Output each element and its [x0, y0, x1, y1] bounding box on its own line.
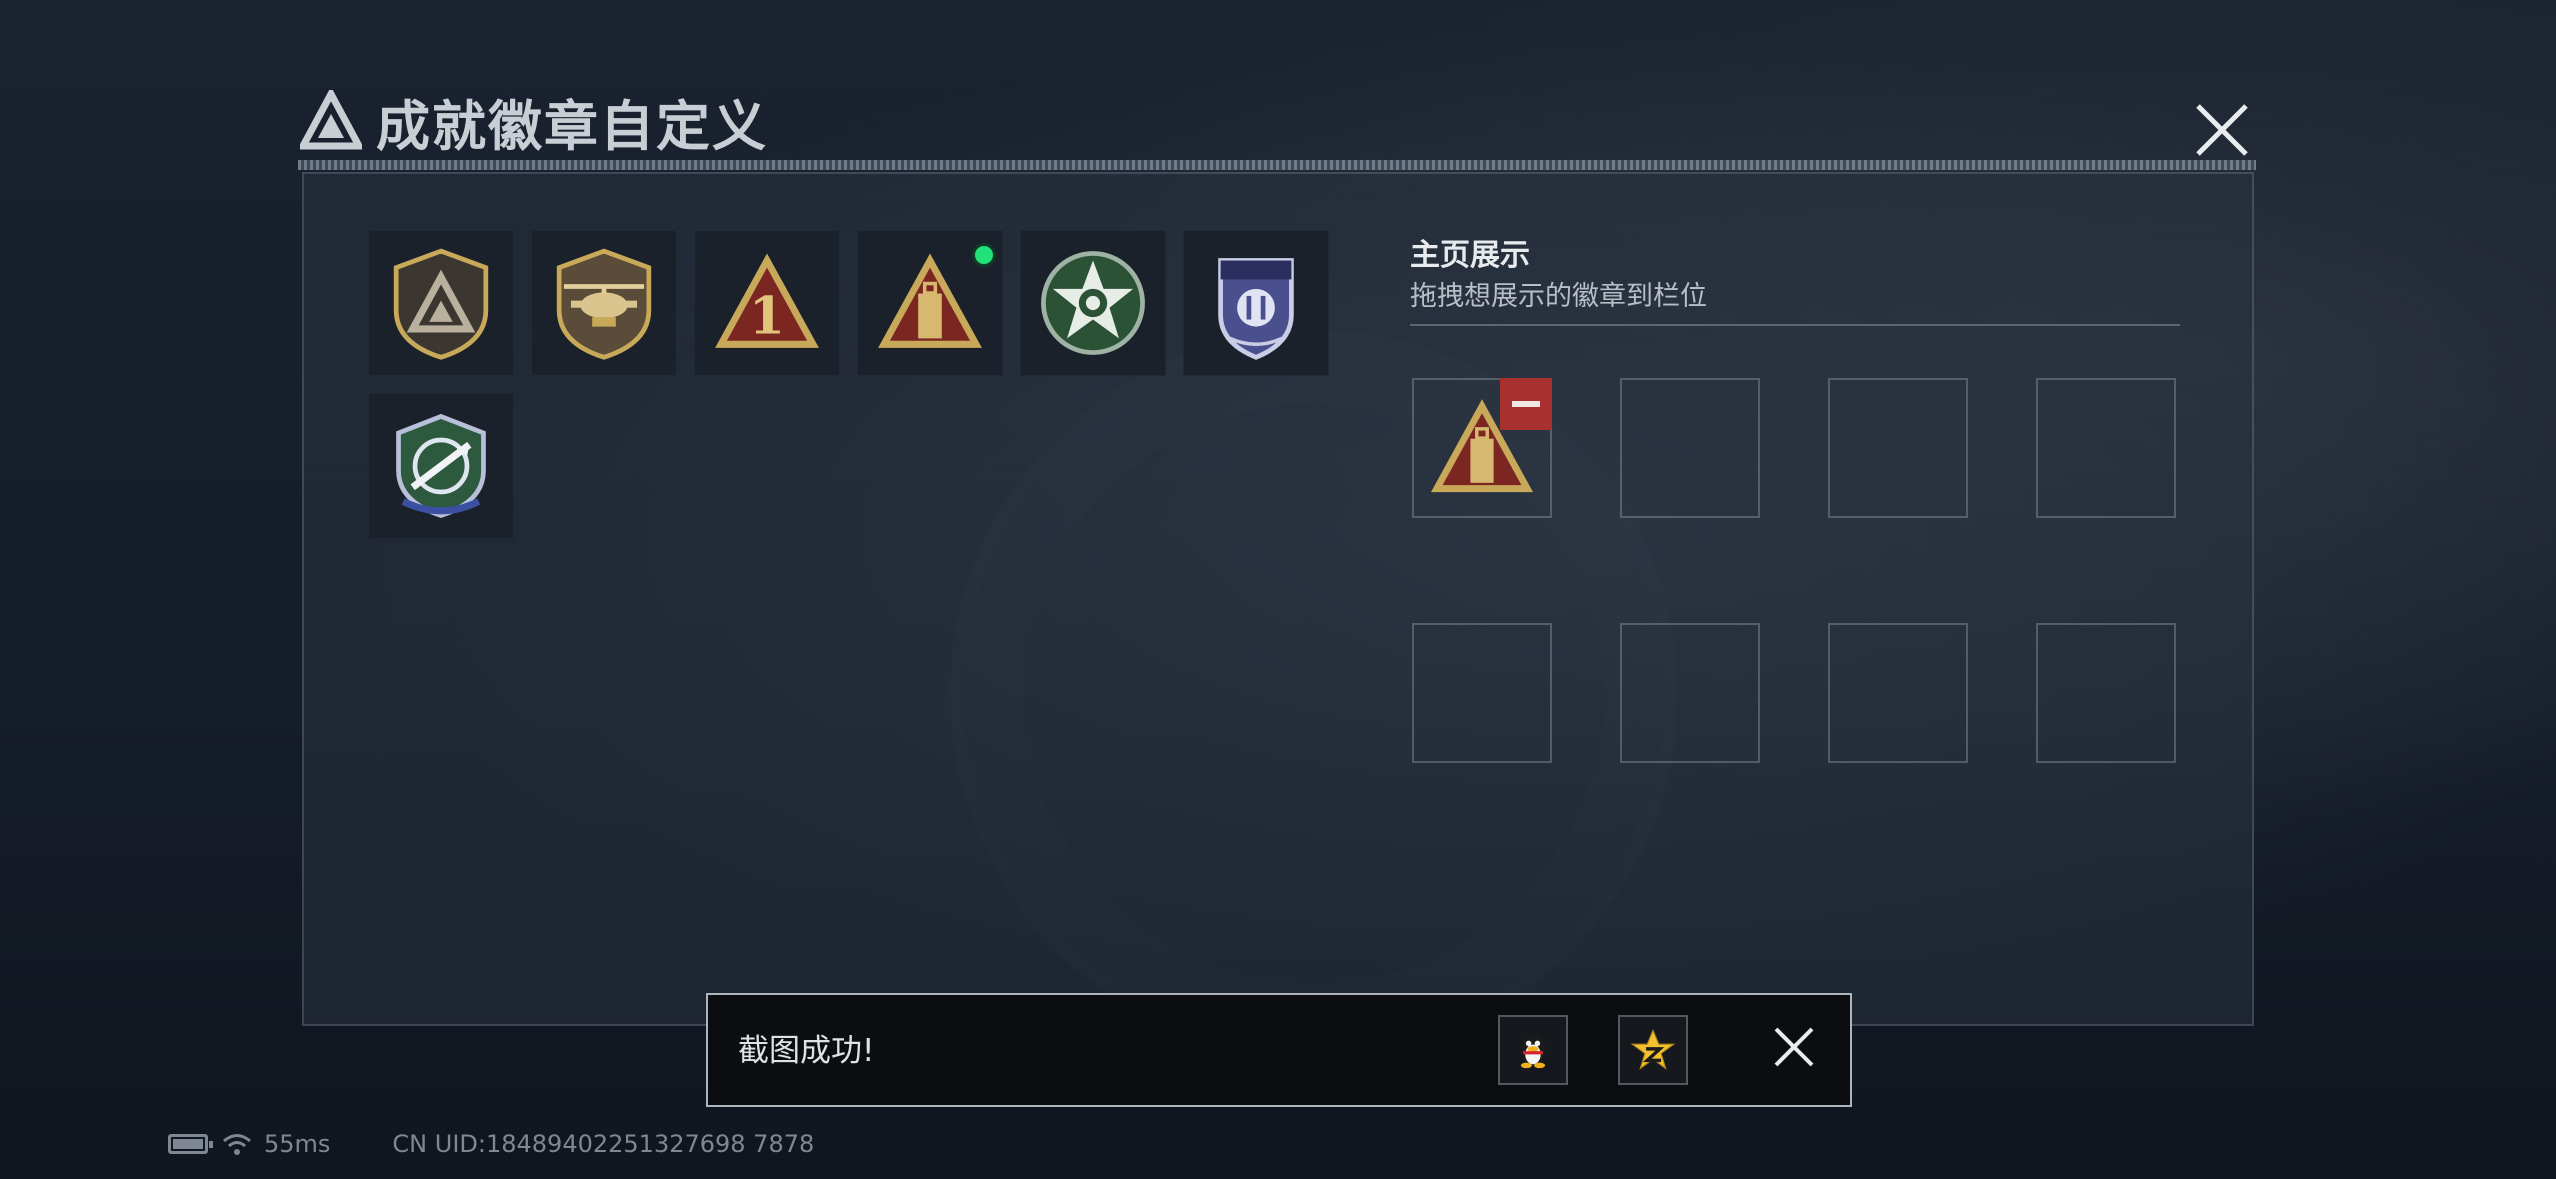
wifi-icon [223, 1134, 251, 1155]
badge-slot-3[interactable]: 1 [694, 230, 840, 376]
display-slot-5[interactable] [1412, 623, 1552, 763]
qq-penguin-icon [1520, 1034, 1546, 1069]
battery-icon [168, 1134, 213, 1154]
number-one-triangle-badge-icon: 1 [715, 253, 819, 348]
display-section-title: 主页展示 [1410, 238, 1530, 273]
toast-close-icon[interactable] [1770, 1023, 1818, 1071]
badge-slot-7[interactable] [368, 393, 514, 539]
triangle-shield-badge-icon [393, 248, 489, 360]
badge-panel: 1 主页展示 拖拽想展示的徽章到栏位 [302, 172, 2254, 1026]
display-slot-7[interactable] [1828, 623, 1968, 763]
helicopter-badge-icon [556, 248, 652, 360]
display-slot-6[interactable] [1620, 623, 1760, 763]
display-slot-1[interactable] [1412, 378, 1552, 518]
blue-police-badge-icon [1218, 258, 1294, 360]
remove-badge-button[interactable] [1500, 378, 1552, 430]
share-qq-button[interactable] [1498, 1015, 1568, 1085]
display-section-subtitle: 拖拽想展示的徽章到栏位 [1410, 281, 1707, 312]
screenshot-toast: 截图成功! [706, 993, 1852, 1107]
status-bar: 55ms CN UID:18489402251327698 7878 [168, 1126, 814, 1162]
tower-triangle-badge-icon [878, 253, 982, 348]
uid-text: CN UID:18489402251327698 7878 [392, 1130, 815, 1158]
close-icon[interactable] [2190, 98, 2254, 162]
badge-slot-5[interactable] [1020, 230, 1166, 376]
green-star-badge-icon [1041, 251, 1145, 355]
display-divider [1410, 324, 2180, 326]
new-indicator-dot [972, 243, 996, 267]
toast-message: 截图成功! [738, 1033, 875, 1069]
badge-slot-4[interactable] [857, 230, 1003, 376]
badge-slot-1[interactable] [368, 230, 514, 376]
header: 成就徽章自定义 [300, 86, 768, 158]
minus-icon [1512, 401, 1540, 407]
share-qzone-button[interactable] [1618, 1015, 1688, 1085]
page-title: 成就徽章自定义 [376, 94, 768, 158]
latency-text: 55ms [264, 1130, 331, 1158]
title-divider [298, 160, 2256, 170]
display-slot-4[interactable] [2036, 378, 2176, 518]
display-slot-2[interactable] [1620, 378, 1760, 518]
svg-text:1: 1 [749, 286, 785, 347]
triangle-logo-icon [300, 90, 362, 150]
display-slot-8[interactable] [2036, 623, 2176, 763]
display-slot-3[interactable] [1828, 378, 1968, 518]
qzone-star-icon [1630, 1028, 1676, 1070]
badge-slot-6[interactable] [1183, 230, 1329, 376]
badge-slot-2[interactable] [531, 230, 677, 376]
green-missile-shield-badge-icon [396, 413, 486, 519]
